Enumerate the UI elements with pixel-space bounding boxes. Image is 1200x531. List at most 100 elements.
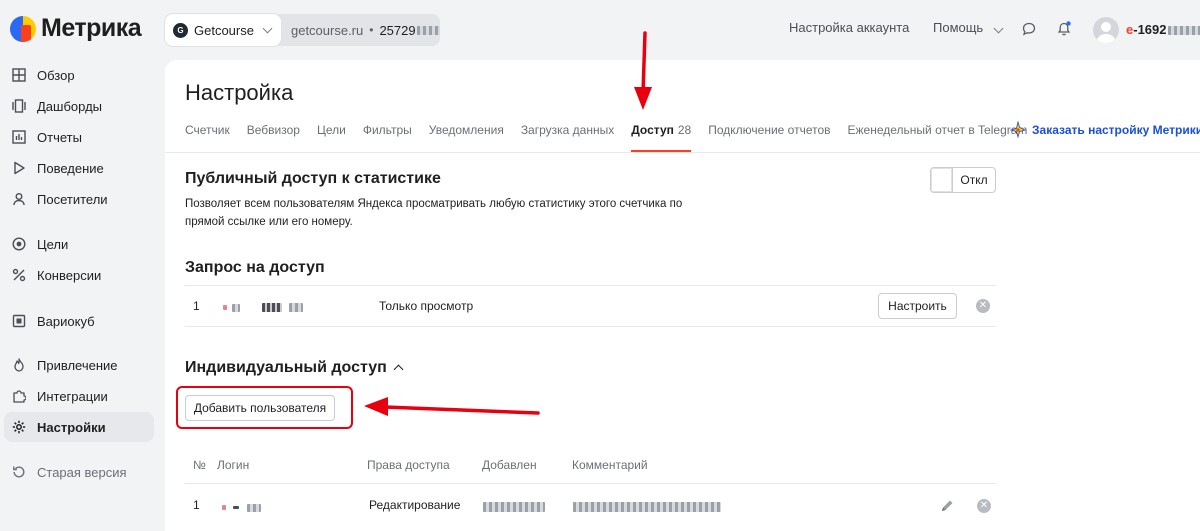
tab-filters[interactable]: Фильтры (363, 123, 412, 153)
counter-site: getcourse.ru (290, 22, 364, 38)
getcourse-icon: G (173, 22, 188, 38)
sidebar-item-label: Привлечение (37, 357, 118, 373)
redacted-counter-id (416, 25, 440, 35)
sidebar-item-label: Интеграции (37, 388, 108, 404)
row-divider (185, 483, 996, 484)
sidebar-item-label: Посетители (37, 191, 108, 207)
order-setup-link[interactable]: Заказать настройку Метрики (1009, 121, 1200, 139)
tab-webvisor[interactable]: Вебвизор (247, 123, 300, 153)
target-icon (12, 237, 26, 251)
sidebar-item-label: Цели (37, 236, 69, 252)
public-access-toggle[interactable]: Откл (930, 167, 996, 193)
sidebar-item-conversions[interactable]: Конверсии (4, 260, 154, 290)
close-icon[interactable]: ✕ (976, 299, 990, 313)
sidebar-item-integrations[interactable]: Интеграции (4, 381, 154, 411)
close-icon[interactable]: ✕ (977, 499, 991, 513)
sidebar-item-acquisition[interactable]: Привлечение (4, 350, 154, 380)
person-icon (12, 192, 26, 206)
sidebar-item-overview[interactable]: Обзор (4, 60, 154, 90)
tab-data-upload[interactable]: Загрузка данных (521, 123, 614, 153)
sidebar-item-goals[interactable]: Цели (4, 229, 154, 259)
grid-icon (12, 68, 26, 82)
percent-icon (12, 268, 26, 282)
logo-text: Метрика (41, 14, 142, 42)
row-number: 1 (193, 498, 200, 512)
redacted-date (483, 499, 545, 513)
toggle-knob (931, 168, 953, 192)
public-access-description: Позволяет всем пользователям Яндекса про… (185, 198, 683, 228)
chevron-up-icon (393, 364, 404, 375)
counter-switcher[interactable]: G Getcourse getcourse.ru • 25729 (165, 14, 440, 46)
sidebar-item-behavior[interactable]: Поведение (4, 153, 154, 183)
sidebar-item-label: Конверсии (37, 267, 102, 283)
puzzle-icon (12, 389, 26, 403)
sidebar-item-reports[interactable]: Отчеты (4, 122, 154, 152)
sidebar-item-label: Вариокуб (37, 313, 95, 329)
top-bar: Метрика G Getcourse getcourse.ru • 25729… (0, 0, 1200, 60)
chat-icon[interactable] (1021, 21, 1037, 37)
column-header-comment: Комментарий (572, 458, 648, 472)
history-icon (12, 465, 26, 479)
column-header-rights: Права доступа (367, 458, 450, 472)
sidebar-item-label: Старая версия (37, 464, 127, 480)
settings-tabs: Счетчик Вебвизор Цели Фильтры Уведомлени… (185, 123, 1044, 153)
play-icon (12, 161, 26, 175)
chevron-down-icon (993, 23, 1004, 34)
sparkle-icon (1009, 121, 1027, 139)
tabs-divider (165, 152, 1200, 153)
dashboards-icon (12, 99, 26, 113)
sidebar-item-dashboards[interactable]: Дашборды (4, 91, 154, 121)
flame-icon (12, 358, 26, 372)
configure-button[interactable]: Настроить (878, 293, 957, 319)
redacted-comment (573, 499, 721, 513)
row-divider (185, 285, 996, 286)
avatar[interactable] (1093, 17, 1119, 43)
tab-telegram-report[interactable]: Еженедельный отчет в Telegram (848, 123, 1028, 153)
tab-goals[interactable]: Цели (317, 123, 346, 153)
tab-notifications[interactable]: Уведомления (429, 123, 504, 153)
public-access-title: Публичный доступ к статистике (185, 170, 441, 187)
settings-card: Настройка Счетчик Вебвизор Цели Фильтры … (165, 60, 1200, 531)
bell-icon[interactable] (1056, 21, 1072, 37)
order-setup-label: Заказать настройку Метрики (1032, 123, 1200, 137)
tab-report-connection[interactable]: Подключение отчетов (708, 123, 830, 153)
counter-select[interactable]: G Getcourse (165, 14, 281, 46)
account-settings-link[interactable]: Настройка аккаунта (789, 20, 909, 35)
sidebar-item-label: Дашборды (37, 98, 102, 114)
chevron-down-icon (262, 23, 273, 33)
tab-access[interactable]: Доступ 28 (631, 123, 692, 153)
counter-id: 25729 (379, 22, 416, 38)
row-divider (185, 326, 996, 327)
help-menu[interactable]: Помощь (933, 20, 1004, 35)
sidebar-item-label: Поведение (37, 160, 104, 176)
sidebar-item-old-version[interactable]: Старая версия (4, 457, 154, 487)
page-title: Настройка (185, 80, 294, 105)
sidebar-item-visitors[interactable]: Посетители (4, 184, 154, 214)
sidebar-item-variocube[interactable]: Вариокуб (4, 306, 154, 336)
help-label: Помощь (933, 20, 984, 35)
sidebar-item-label: Настройки (37, 419, 106, 435)
tab-access-count: 28 (677, 123, 692, 137)
user-login[interactable]: e-1692 (1126, 22, 1200, 37)
redacted-login (222, 500, 261, 514)
sidebar-item-settings[interactable]: Настройки (4, 412, 154, 442)
add-user-button[interactable]: Добавить пользователя (185, 395, 335, 421)
metrika-logo[interactable]: Метрика (10, 14, 142, 43)
gear-icon (12, 420, 26, 434)
counter-separator: • (369, 23, 374, 37)
column-header-login: Логин (217, 458, 250, 472)
edit-icon[interactable] (939, 498, 955, 514)
column-header-number: № (193, 458, 206, 472)
sidebar-item-label: Обзор (37, 67, 75, 83)
redacted-login (223, 300, 304, 314)
cube-icon (12, 314, 26, 328)
access-rights: Только просмотр (379, 299, 474, 313)
access-rights: Редактирование (369, 498, 461, 512)
tab-counter[interactable]: Счетчик (185, 123, 230, 153)
toggle-label: Откл (960, 173, 988, 187)
row-number: 1 (193, 299, 200, 313)
metrika-logo-icon (10, 15, 36, 42)
reports-icon (12, 130, 26, 144)
sidebar-item-label: Отчеты (37, 129, 82, 145)
individual-access-title[interactable]: Индивидуальный доступ (185, 359, 404, 377)
